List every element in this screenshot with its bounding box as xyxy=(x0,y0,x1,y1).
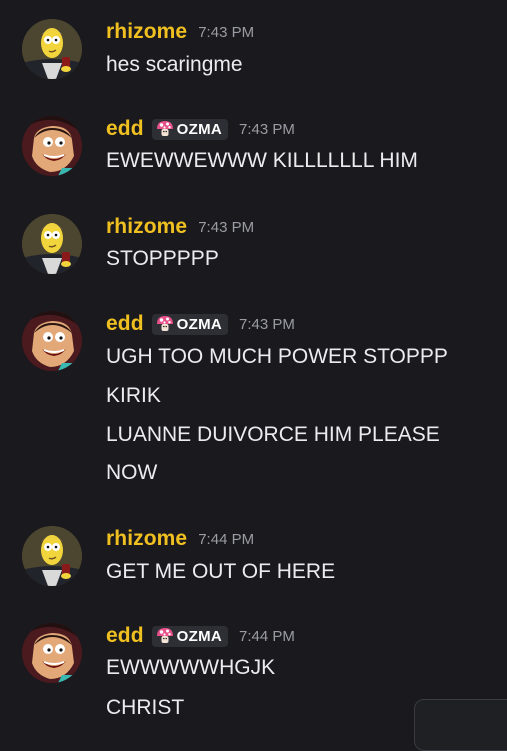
server-tag[interactable]: OZMA xyxy=(151,118,228,140)
avatar[interactable] xyxy=(22,214,82,274)
timestamp[interactable]: 7:43 PM xyxy=(198,219,254,236)
burns-avatar-icon xyxy=(22,526,82,586)
message-header: edd OZMA 7:43 PM xyxy=(106,116,295,142)
message-header: edd OZMA 7:44 PM xyxy=(106,623,295,649)
username[interactable]: rhizome xyxy=(106,20,187,44)
username[interactable]: edd xyxy=(106,312,144,336)
message-text: GET ME OUT OF HERE xyxy=(106,560,336,583)
message-header: edd OZMA 7:43 PM xyxy=(106,311,295,337)
avatar[interactable] xyxy=(22,116,82,176)
username[interactable]: edd xyxy=(106,117,144,141)
jump-to-present-popup[interactable] xyxy=(414,699,507,751)
message-header: rhizome 7:43 PM xyxy=(106,214,254,240)
message-text: STOPPPPP xyxy=(106,247,219,270)
server-tag-label: OZMA xyxy=(176,627,222,645)
message-header: rhizome 7:43 PM xyxy=(106,19,254,45)
username[interactable]: rhizome xyxy=(106,215,187,239)
server-tag-label: OZMA xyxy=(176,315,222,333)
burns-avatar-icon xyxy=(22,19,82,79)
message-text: LUANNE DUIVORCE HIM PLEASE xyxy=(106,423,440,446)
timestamp[interactable]: 7:44 PM xyxy=(198,531,254,548)
burns-avatar-icon xyxy=(22,214,82,274)
timestamp[interactable]: 7:43 PM xyxy=(198,24,254,41)
mushroom-icon xyxy=(156,315,174,333)
avatar[interactable] xyxy=(22,19,82,79)
message-text: KIRIK xyxy=(106,384,161,407)
avatar[interactable] xyxy=(22,311,82,371)
message-text: UGH TOO MUCH POWER STOPPP xyxy=(106,345,448,368)
message-text: CHRIST xyxy=(106,696,185,719)
timestamp[interactable]: 7:43 PM xyxy=(239,316,295,333)
edd-avatar-icon xyxy=(22,116,82,176)
username[interactable]: edd xyxy=(106,624,144,648)
username[interactable]: rhizome xyxy=(106,527,187,551)
message-text: NOW xyxy=(106,461,158,484)
timestamp[interactable]: 7:43 PM xyxy=(239,121,295,138)
message-header: rhizome 7:44 PM xyxy=(106,526,254,552)
avatar[interactable] xyxy=(22,623,82,683)
message-text: hes scaringme xyxy=(106,53,243,76)
message-text: EWWWWWHGJK xyxy=(106,656,276,679)
server-tag-label: OZMA xyxy=(176,120,222,138)
edd-avatar-icon xyxy=(22,623,82,683)
message-text: EWEWWEWWW KILLLLLLL HIM xyxy=(106,149,418,172)
mushroom-icon xyxy=(156,627,174,645)
timestamp[interactable]: 7:44 PM xyxy=(239,628,295,645)
server-tag[interactable]: OZMA xyxy=(151,625,228,647)
server-tag[interactable]: OZMA xyxy=(151,313,228,335)
avatar[interactable] xyxy=(22,526,82,586)
mushroom-icon xyxy=(156,120,174,138)
edd-avatar-icon xyxy=(22,311,82,371)
